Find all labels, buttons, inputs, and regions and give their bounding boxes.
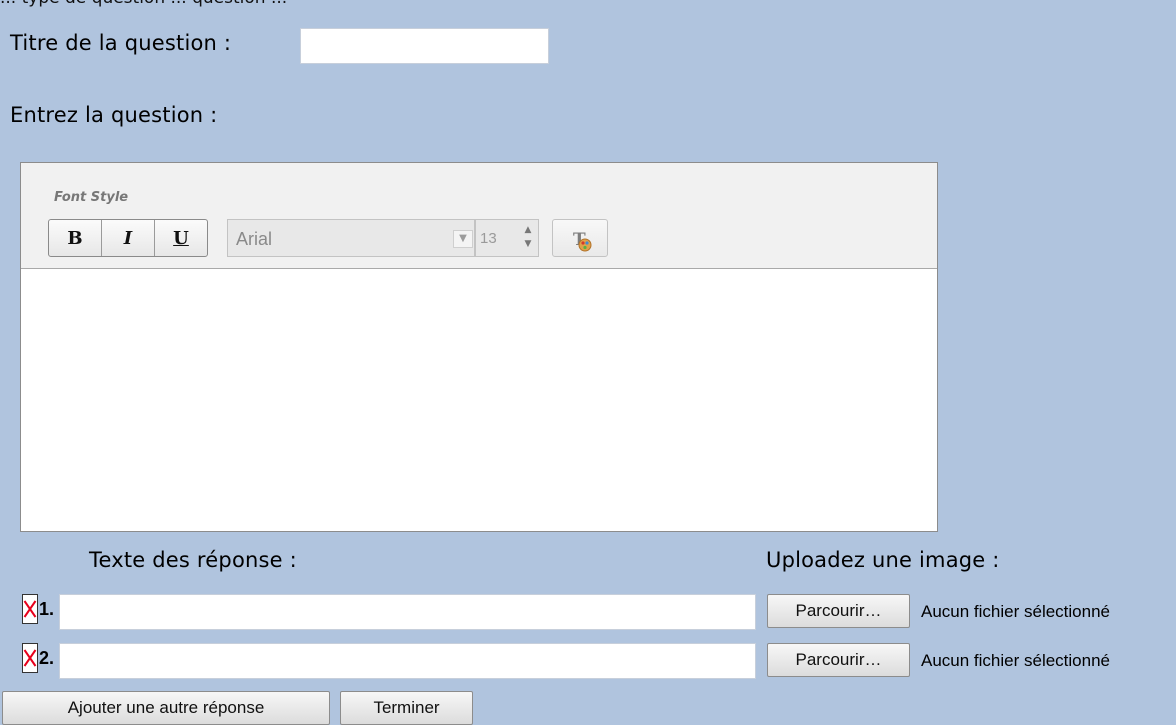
question-editor: Font Style B I U Arial ▼ 13 ▲ ▼ T	[20, 162, 938, 532]
text-format-group: B I U	[48, 219, 208, 257]
remove-answer-2-button[interactable]	[22, 643, 38, 673]
answer-2-number: 2.	[39, 648, 55, 668]
bold-button[interactable]: B	[49, 220, 102, 256]
answer-1-number: 1.	[39, 599, 55, 619]
finish-button[interactable]: Terminer	[340, 691, 473, 725]
font-family-select[interactable]: Arial ▼	[227, 219, 475, 257]
remove-answer-1-button[interactable]	[22, 594, 38, 624]
answers-header: Texte des réponse :	[89, 548, 297, 572]
add-answer-button[interactable]: Ajouter une autre réponse	[2, 691, 330, 725]
title-label: Titre de la question :	[10, 31, 232, 55]
font-size-value: 13	[480, 230, 497, 247]
editor-toolbar: Font Style B I U Arial ▼ 13 ▲ ▼ T	[21, 163, 937, 269]
file-status-2: Aucun fichier sélectionné	[921, 651, 1111, 670]
dropdown-arrow-icon[interactable]: ▼	[453, 230, 473, 248]
answer-2-input[interactable]	[59, 643, 756, 679]
clipped-top-text: ... type de question ... question ...	[0, 0, 1176, 8]
close-icon	[23, 600, 37, 618]
font-family-value: Arial	[236, 229, 273, 249]
font-style-label: Font Style	[54, 190, 129, 205]
answer-1-input[interactable]	[59, 594, 756, 630]
close-icon	[23, 649, 37, 667]
text-color-icon: T	[573, 230, 592, 252]
spinner-arrows-icon[interactable]: ▲ ▼	[522, 223, 534, 251]
title-input[interactable]	[300, 28, 549, 64]
question-label: Entrez la question :	[10, 103, 218, 127]
file-status-1: Aucun fichier sélectionné	[921, 602, 1111, 621]
italic-button[interactable]: I	[102, 220, 155, 256]
browse-2-button[interactable]: Parcourir…	[767, 643, 910, 677]
underline-button[interactable]: U	[155, 220, 207, 256]
font-size-stepper[interactable]: 13 ▲ ▼	[475, 219, 539, 257]
upload-header: Uploadez une image :	[766, 548, 1000, 572]
editor-content-area[interactable]	[21, 269, 937, 531]
browse-1-button[interactable]: Parcourir…	[767, 594, 910, 628]
text-color-button[interactable]: T	[552, 219, 608, 257]
